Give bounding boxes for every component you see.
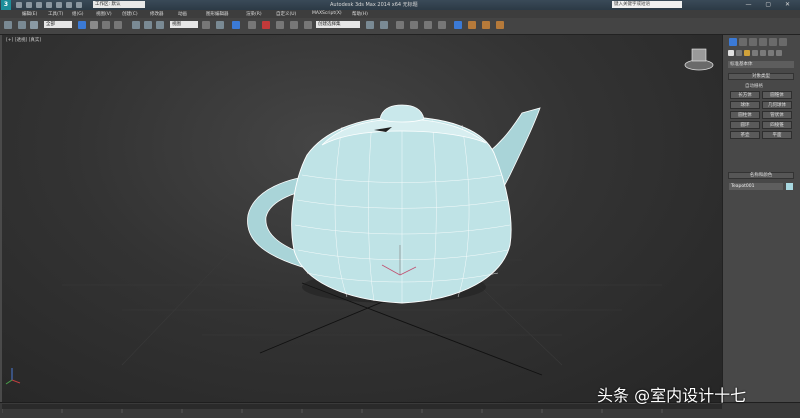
motion-tab-icon[interactable] xyxy=(759,38,767,46)
save-file-icon[interactable] xyxy=(36,2,42,8)
geosphere-button[interactable]: 几何球体 xyxy=(762,101,792,109)
select-by-name-icon[interactable] xyxy=(90,21,98,29)
fetch-icon[interactable] xyxy=(76,2,82,8)
create-category-row xyxy=(728,50,784,58)
torus-button[interactable]: 圆环 xyxy=(730,121,760,129)
display-tab-icon[interactable] xyxy=(769,38,777,46)
move-icon[interactable] xyxy=(132,21,140,29)
menu-modifiers[interactable]: 修改器 xyxy=(150,11,164,17)
selection-filter-dropdown[interactable]: 全部 xyxy=(44,21,72,28)
systems-icon[interactable] xyxy=(776,50,782,56)
edit-named-selection-icon[interactable] xyxy=(304,21,312,29)
perspective-viewport[interactable]: [+] [透视] [真实] xyxy=(2,35,722,402)
menu-rendering[interactable]: 渲染(R) xyxy=(246,11,262,17)
plane-button[interactable]: 平面 xyxy=(762,131,792,139)
menu-views[interactable]: 视图(V) xyxy=(96,11,112,17)
teapot-body xyxy=(291,116,512,304)
utilities-tab-icon[interactable] xyxy=(779,38,787,46)
title-bar: 3 工作区: 默认 Autodesk 3ds Max 2014 x64 无标题 … xyxy=(0,0,800,10)
window-title: Autodesk 3ds Max 2014 x64 无标题 xyxy=(330,2,418,8)
cameras-icon[interactable] xyxy=(752,50,758,56)
render-setup-icon[interactable] xyxy=(468,21,476,29)
menu-maxscript[interactable]: MAXScript(X) xyxy=(312,11,342,16)
app-logo-icon[interactable]: 3 xyxy=(1,0,11,10)
angle-snap-icon[interactable] xyxy=(262,21,270,29)
undo-icon[interactable] xyxy=(4,21,12,29)
teapot-button[interactable]: 茶壶 xyxy=(730,131,760,139)
spinner-snap-icon[interactable] xyxy=(290,21,298,29)
render-production-icon[interactable] xyxy=(496,21,504,29)
pivot-icon[interactable] xyxy=(202,21,210,29)
teapot-lid-knob xyxy=(379,104,425,123)
pyramid-button[interactable]: 四棱锥 xyxy=(762,121,792,129)
schematic-view-icon[interactable] xyxy=(438,21,446,29)
graphite-toolbar-icon[interactable] xyxy=(410,21,418,29)
viewport-scene xyxy=(5,48,714,385)
main-toolbar: 全部 视图 创建选择集 xyxy=(0,18,800,35)
reference-coordinate-dropdown[interactable]: 视图 xyxy=(170,21,198,28)
menu-tools[interactable]: 工具(T) xyxy=(48,11,63,17)
search-input[interactable]: 键入关键字或短语 xyxy=(612,1,682,8)
rendered-frame-window-icon[interactable] xyxy=(482,21,490,29)
watermark-text: 头条 @室内设计十七 xyxy=(597,386,747,405)
viewcube[interactable] xyxy=(684,48,714,71)
layer-manager-icon[interactable] xyxy=(396,21,404,29)
window-controls[interactable]: — ▢ ✕ xyxy=(745,1,796,8)
create-tab-icon[interactable] xyxy=(729,38,737,46)
menu-graph-editors[interactable]: 图形编辑器 xyxy=(206,11,229,17)
object-name-field[interactable]: Teapot001 xyxy=(729,183,783,190)
material-editor-icon[interactable] xyxy=(454,21,462,29)
menu-help[interactable]: 帮助(H) xyxy=(352,11,368,17)
named-selection-dropdown[interactable]: 创建选择集 xyxy=(316,21,360,28)
menu-create[interactable]: 创建(C) xyxy=(122,11,138,17)
snap-toggle-icon[interactable] xyxy=(248,21,256,29)
scale-icon[interactable] xyxy=(156,21,164,29)
cone-button[interactable]: 圆锥体 xyxy=(762,91,792,99)
open-file-icon[interactable] xyxy=(26,2,32,8)
primitive-type-dropdown[interactable]: 标准基本体 xyxy=(728,61,794,68)
lights-icon[interactable] xyxy=(744,50,750,56)
autogrid-checkbox[interactable]: 自动栅格 xyxy=(745,83,763,89)
timeline-ticks xyxy=(2,409,663,413)
cylinder-button[interactable]: 圆柱体 xyxy=(730,111,760,119)
rectangle-selection-icon[interactable] xyxy=(102,21,110,29)
redo-icon[interactable] xyxy=(56,2,62,8)
name-color-rollout-header[interactable]: 名称和颜色 xyxy=(728,172,794,179)
menu-bar: 编辑(E) 工具(T) 组(G) 视图(V) 创建(C) 修改器 动画 图形编辑… xyxy=(0,10,800,18)
percent-snap-icon[interactable] xyxy=(276,21,284,29)
helpers-icon[interactable] xyxy=(760,50,766,56)
menu-group[interactable]: 组(G) xyxy=(72,11,84,17)
modify-tab-icon[interactable] xyxy=(739,38,747,46)
mirror-icon[interactable] xyxy=(366,21,374,29)
command-panel: 标准基本体 对象类型 自动栅格 长方体 圆锥体 球体 几何球体 圆柱体 管状体 … xyxy=(722,35,800,402)
curve-editor-icon[interactable] xyxy=(424,21,432,29)
object-type-rollout-header[interactable]: 对象类型 xyxy=(728,73,794,80)
menu-animation[interactable]: 动画 xyxy=(178,11,187,17)
rotate-icon[interactable] xyxy=(144,21,152,29)
command-panel-tabs xyxy=(729,38,789,48)
keyboard-shortcut-icon[interactable] xyxy=(232,21,240,29)
menu-edit[interactable]: 编辑(E) xyxy=(22,11,37,17)
sphere-button[interactable]: 球体 xyxy=(730,101,760,109)
undo-icon[interactable] xyxy=(46,2,52,8)
redo-icon[interactable] xyxy=(18,21,26,29)
select-manipulate-icon[interactable] xyxy=(216,21,224,29)
new-file-icon[interactable] xyxy=(16,2,22,8)
workspace-dropdown[interactable]: 工作区: 默认 xyxy=(93,1,145,8)
select-link-icon[interactable] xyxy=(30,21,38,29)
hold-icon[interactable] xyxy=(66,2,72,8)
shapes-icon[interactable] xyxy=(736,50,742,56)
world-axis-icon xyxy=(5,368,21,385)
box-button[interactable]: 长方体 xyxy=(730,91,760,99)
align-icon[interactable] xyxy=(380,21,388,29)
object-color-swatch[interactable] xyxy=(786,183,793,190)
select-object-icon[interactable] xyxy=(78,21,86,29)
tube-button[interactable]: 管状体 xyxy=(762,111,792,119)
window-crossing-icon[interactable] xyxy=(114,21,122,29)
hierarchy-tab-icon[interactable] xyxy=(749,38,757,46)
space-warps-icon[interactable] xyxy=(768,50,774,56)
geometry-icon[interactable] xyxy=(728,50,734,56)
menu-customize[interactable]: 自定义(U) xyxy=(276,11,296,17)
